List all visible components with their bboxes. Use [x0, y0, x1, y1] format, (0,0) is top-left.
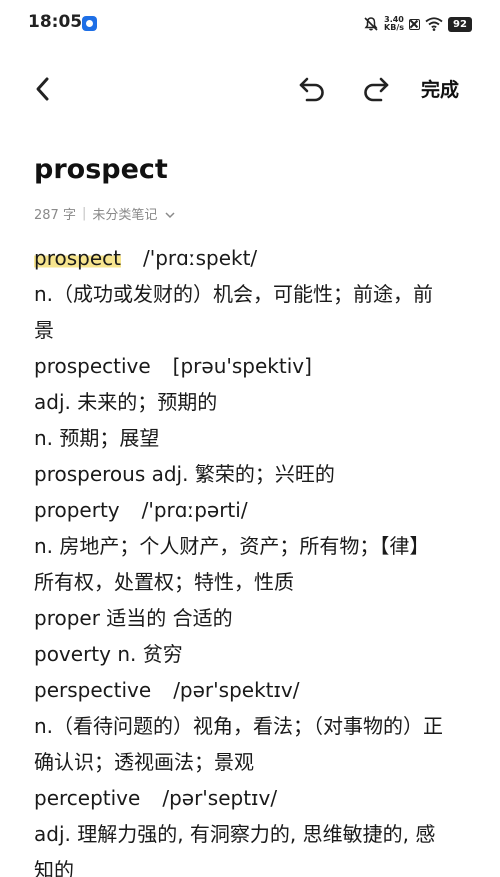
- network-speed: 3.40 KB/s: [384, 16, 404, 32]
- content-line: prosperous adj. 繁荣的；兴旺的: [34, 462, 335, 486]
- status-time: 18:05: [28, 12, 83, 32]
- phonetic: /pər'spektɪv/: [173, 678, 300, 702]
- content-line: prospective [prəu'spektiv]: [34, 348, 474, 384]
- status-bar: 18:05 3.40 KB/s 92: [0, 0, 500, 48]
- back-button[interactable]: [26, 72, 60, 106]
- app-notification-icon: [82, 16, 97, 31]
- word: perspective: [34, 678, 152, 702]
- highlighted-word: prospect: [34, 246, 121, 270]
- content-line: property /'prɑːpərti/: [34, 492, 474, 528]
- done-button[interactable]: 完成: [421, 75, 459, 102]
- phonetic: /pər'septɪv/: [162, 786, 278, 810]
- word-count: 287 字: [34, 208, 76, 223]
- content-line: adj. 未来的；预期的: [34, 390, 218, 414]
- content-line: 所有权，处置权；特性，性质: [34, 570, 294, 594]
- content-line: n.（看待问题的）视角，看法；（对事物的）正: [34, 714, 444, 738]
- redo-icon: [364, 77, 389, 102]
- editor-toolbar: 完成: [0, 60, 500, 118]
- network-speed-unit: KB/s: [384, 23, 404, 32]
- note-title[interactable]: prospect: [34, 154, 168, 185]
- meta-divider: |: [81, 206, 87, 221]
- wifi-icon: [425, 17, 443, 31]
- content-line: proper 适当的 合适的: [34, 606, 233, 630]
- note-meta: 287 字 | 未分类笔记: [34, 204, 175, 223]
- note-body[interactable]: prospect /'prɑːspekt/ n.（成功或发财的）机会，可能性；前途…: [34, 240, 474, 877]
- chevron-down-icon: [164, 211, 175, 222]
- redo-button[interactable]: [357, 72, 395, 106]
- content-line: n.（成功或发财的）机会，可能性；前途，前: [34, 282, 434, 306]
- content-line: poverty n. 贫穷: [34, 642, 183, 666]
- category-label: 未分类笔记: [92, 208, 158, 223]
- battery-level: 92: [448, 16, 472, 32]
- undo-button[interactable]: [293, 72, 331, 106]
- content-line: 确认识；透视画法；景观: [34, 750, 254, 774]
- word: prospective: [34, 354, 151, 378]
- mute-icon: [364, 17, 378, 31]
- content-line: prospect /'prɑːspekt/: [34, 240, 474, 276]
- back-icon: [36, 77, 49, 101]
- word: perceptive: [34, 786, 141, 810]
- content-line: 知的: [34, 858, 74, 877]
- content-line: perceptive/pər'septɪv/: [34, 780, 474, 816]
- undo-icon: [299, 77, 324, 102]
- content-line: 景: [34, 318, 54, 342]
- content-line: n. 预期；展望: [34, 426, 160, 450]
- word: property: [34, 498, 120, 522]
- content-line: n. 房地产；个人财产，资产；所有物；【律】: [34, 534, 430, 558]
- status-icons: 3.40 KB/s 92: [363, 13, 472, 35]
- content-line: perspective/pər'spektɪv/: [34, 672, 474, 708]
- sim-off-icon: [409, 18, 420, 30]
- phonetic: /'prɑːpərti/: [141, 498, 248, 522]
- category-selector[interactable]: 未分类笔记: [92, 204, 175, 223]
- phonetic: /'prɑːspekt/: [142, 246, 258, 270]
- phonetic: [prəu'spektiv]: [172, 354, 312, 378]
- content-line: adj. 理解力强的, 有洞察力的, 思维敏捷的, 感: [34, 822, 436, 846]
